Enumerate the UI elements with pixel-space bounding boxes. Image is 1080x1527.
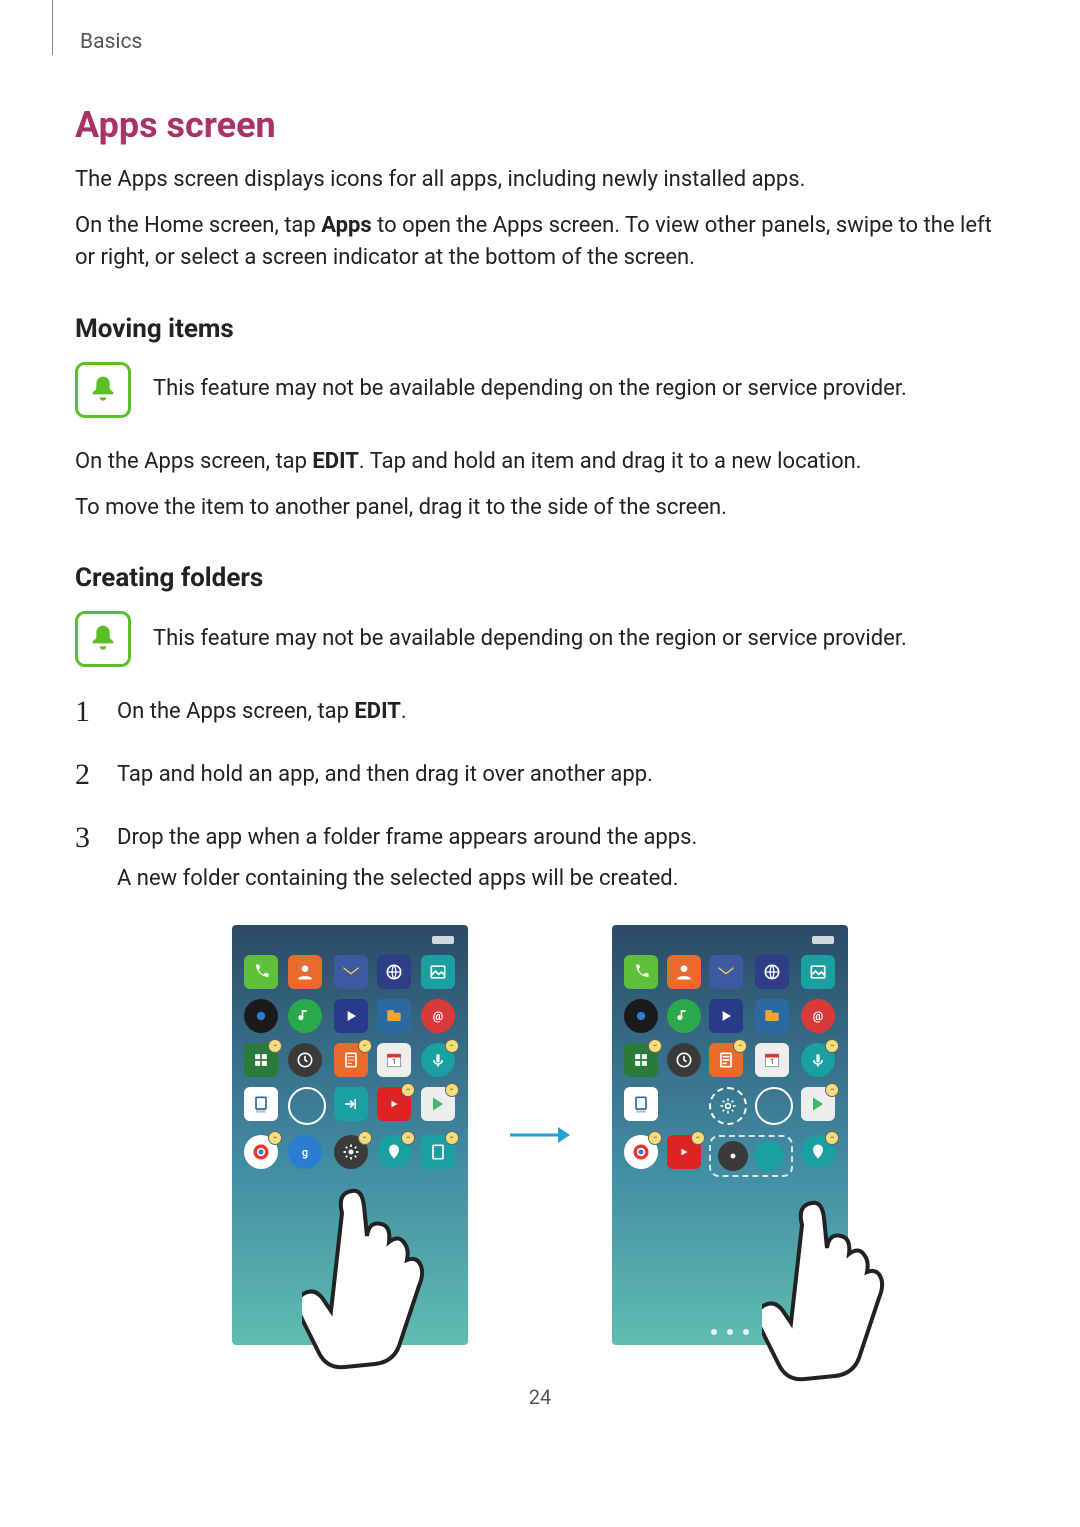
note-creating-folders: This feature may not be available depend… <box>75 611 1005 667</box>
note-moving-items: This feature may not be available depend… <box>75 362 1005 418</box>
music-app-icon <box>667 999 701 1033</box>
moving-p1-post: . Tap and hold an item and drag it to a … <box>359 449 862 474</box>
moving-p1-bold: EDIT <box>312 449 358 474</box>
camera-app-icon <box>244 999 278 1033</box>
settings-app-icon: − <box>334 1135 368 1169</box>
moving-p2: To move the item to another panel, drag … <box>75 492 1005 524</box>
globe-app-icon <box>755 955 789 989</box>
share-app-icon <box>334 1087 368 1121</box>
music-app-icon <box>288 999 322 1033</box>
subheading-moving-items: Moving items <box>75 314 1005 344</box>
hand-drag-icon <box>302 1173 462 1373</box>
theme-app-icon <box>288 1087 326 1125</box>
svg-text:Galaxy: Galaxy <box>636 1110 646 1114</box>
contacts-app-icon <box>288 955 322 989</box>
step2-text: Tap and hold an app, and then drag it ov… <box>117 758 1005 791</box>
contacts-app-icon <box>667 955 701 989</box>
header-category: Basics <box>80 30 1005 54</box>
notes-app-icon: − <box>709 1043 743 1077</box>
voice-app-icon: − <box>421 1043 455 1077</box>
step-2: Tap and hold an app, and then drag it ov… <box>75 758 1005 799</box>
intro-paragraph-1: The Apps screen displays icons for all a… <box>75 164 1005 196</box>
svg-text:Galaxy: Galaxy <box>256 1110 266 1114</box>
bell-icon <box>75 362 131 418</box>
chrome-app-icon: − <box>244 1135 278 1169</box>
section-title-apps-screen: Apps screen <box>75 104 1005 146</box>
mail-app-icon <box>334 955 368 989</box>
svg-text:g: g <box>301 1147 307 1160</box>
docs-app-icon: − <box>421 1135 455 1169</box>
bell-icon <box>75 611 131 667</box>
email-app-icon: @ <box>421 999 455 1033</box>
step3-sub: A new folder containing the selected app… <box>117 862 1005 895</box>
galaxy-app-icon: Galaxy <box>624 1087 658 1121</box>
intro2-pre: On the Home screen, tap <box>75 213 321 238</box>
moving-p1: On the Apps screen, tap EDIT. Tap and ho… <box>75 446 1005 478</box>
svg-text:1: 1 <box>392 1058 396 1067</box>
video-app-icon <box>334 999 368 1033</box>
phone-before: @ − − 1 − Galaxy − − − g − − − <box>232 925 468 1345</box>
galaxy-app-icon: Galaxy <box>244 1087 278 1121</box>
maps-app-icon: − <box>377 1135 411 1169</box>
empty-slot <box>667 1087 702 1125</box>
svg-text:@: @ <box>432 1010 442 1024</box>
theme-app-icon <box>755 1087 793 1125</box>
svg-text:1: 1 <box>770 1058 774 1067</box>
intro2-bold: Apps <box>321 213 371 238</box>
step1-pre: On the Apps screen, tap <box>117 699 354 724</box>
share-folder-icon <box>754 1141 784 1171</box>
maps-app-icon: − <box>801 1135 835 1169</box>
camera-app-icon <box>624 999 658 1033</box>
hand-drop-icon <box>762 1185 922 1385</box>
settings-app-icon <box>718 1141 748 1171</box>
mail-app-icon <box>709 955 743 989</box>
calendar-app-icon: 1 <box>377 1043 411 1077</box>
files-app-icon <box>755 999 789 1033</box>
video-app-icon <box>709 999 743 1033</box>
notes-app-icon: − <box>334 1043 368 1077</box>
gallery-app-icon <box>801 955 835 989</box>
youtube-app-icon: − <box>667 1135 701 1169</box>
step-3: Drop the app when a folder frame appears… <box>75 821 1005 903</box>
note-text-moving: This feature may not be available depend… <box>153 374 907 405</box>
page-indicator-dots <box>612 1329 848 1335</box>
note-text-creating: This feature may not be available depend… <box>153 624 907 655</box>
phone-app-icon <box>244 955 278 989</box>
phone-after: @ − − 1 − Galaxy − − − − <box>612 925 848 1345</box>
subheading-creating-folders: Creating folders <box>75 563 1005 593</box>
playstore-app-icon: − <box>421 1087 455 1121</box>
clock-app-icon <box>288 1043 322 1077</box>
step3-text: Drop the app when a folder frame appears… <box>117 821 1005 854</box>
step1-post: . <box>401 699 407 724</box>
chrome-app-icon: − <box>624 1135 658 1169</box>
page-number: 24 <box>75 1385 1005 1409</box>
illustration-figures: @ − − 1 − Galaxy − − − g − − − <box>75 925 1005 1345</box>
youtube-app-icon: − <box>377 1087 411 1121</box>
phone-app-icon <box>624 955 658 989</box>
google-app-icon: g <box>288 1135 322 1169</box>
calculator-app-icon: − <box>624 1043 658 1077</box>
globe-app-icon <box>377 955 411 989</box>
step1-bold: EDIT <box>354 699 400 724</box>
clock-app-icon <box>667 1043 701 1077</box>
gallery-app-icon <box>421 955 455 989</box>
voice-app-icon: − <box>801 1043 835 1077</box>
creating-folders-steps: On the Apps screen, tap EDIT. Tap and ho… <box>75 695 1005 903</box>
calculator-app-icon: − <box>244 1043 278 1077</box>
step-1: On the Apps screen, tap EDIT. <box>75 695 1005 736</box>
svg-text:@: @ <box>813 1010 823 1024</box>
calendar-app-icon: 1 <box>755 1043 789 1077</box>
settings-outline-icon <box>709 1087 747 1125</box>
playstore-app-icon: − <box>801 1087 835 1121</box>
files-app-icon <box>377 999 411 1033</box>
moving-p1-pre: On the Apps screen, tap <box>75 449 312 474</box>
arrow-right-icon <box>508 1123 572 1147</box>
folder-frame <box>709 1135 793 1177</box>
intro-paragraph-2: On the Home screen, tap Apps to open the… <box>75 210 1005 274</box>
email-app-icon: @ <box>801 999 835 1033</box>
